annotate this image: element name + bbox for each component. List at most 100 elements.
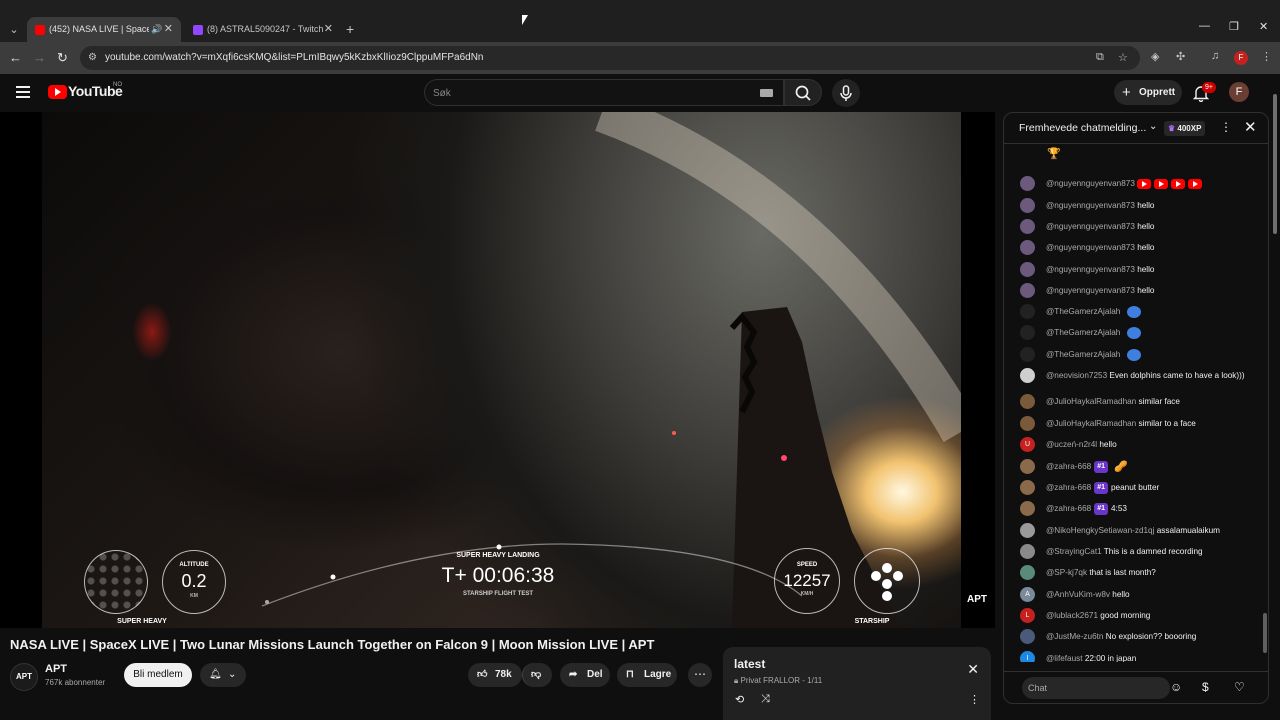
chat-username[interactable]: @nguyennguyenvan873 [1046,179,1135,188]
chat-username[interactable]: @neovision7253 [1046,371,1107,380]
chat-input[interactable] [1022,677,1170,699]
browser-menu-icon[interactable]: ⋮ [1261,50,1272,63]
chat-user-avatar[interactable]: L [1020,608,1035,623]
chat-user-avatar[interactable] [1020,629,1035,644]
chat-username[interactable]: @uczeń-n2r4l [1046,440,1097,449]
chat-user-avatar[interactable] [1020,198,1035,213]
emoji-icon[interactable]: ☺ [1170,680,1182,694]
search-button[interactable] [784,79,822,106]
chat-user-avatar[interactable] [1020,240,1035,255]
voice-search-button[interactable] [832,79,860,107]
join-button[interactable]: Bli medlem [124,663,192,687]
restore-icon[interactable]: ❐ [1229,20,1239,33]
chat-user-avatar[interactable]: I [1020,651,1035,662]
share-button[interactable]: ➦ Del [560,663,610,687]
video-player[interactable]: SUPER HEAVY ALTITUDE 0.2 KM SUPER HEAVY … [0,112,995,628]
chat-user-avatar[interactable] [1020,523,1035,538]
chat-username[interactable]: @nguyennguyenvan873 [1046,286,1135,295]
speaker-icon[interactable]: 🔊 [151,17,162,42]
puzzle-icon[interactable]: ✣ [1176,50,1185,63]
address-bar[interactable]: ⚙ youtube.com/watch?v=mXqfi6csKMQ&list=P… [80,46,1140,70]
shuffle-icon[interactable]: ⤨ [761,693,770,706]
forward-icon[interactable]: → [33,50,46,65]
chat-username[interactable]: @JustMe-zu6tn [1046,632,1103,641]
chat-user-avatar[interactable] [1020,544,1035,559]
keyboard-icon[interactable] [760,89,773,97]
close-tab-icon[interactable]: ✕ [164,17,173,42]
chat-user-avatar[interactable] [1020,304,1035,319]
chat-username[interactable]: @nguyennguyenvan873 [1046,222,1135,231]
chat-username[interactable]: @TheGamerzAjalah [1046,350,1120,359]
chat-menu-icon[interactable]: ⋮ [1220,120,1232,134]
chat-username[interactable]: @zahra-668 [1046,483,1091,492]
bookmark-star-icon[interactable]: ☆ [1118,51,1128,64]
playlist-title[interactable]: latest [734,657,765,671]
new-tab-button[interactable]: + [346,21,354,37]
chat-username[interactable]: @StrayingCat1 [1046,547,1102,556]
close-playlist-icon[interactable]: ✕ [967,661,979,678]
browser-tab-youtube[interactable]: (452) NASA LIVE | SpaceX LIVE 🔊 ✕ [27,17,181,42]
extension-icon[interactable]: ◈ [1151,50,1159,63]
xp-badge[interactable]: ♛ 400XP [1164,121,1206,136]
chat-mode-selector[interactable]: Fremhevede chatmelding... [1019,122,1146,134]
close-window-icon[interactable]: ✕ [1259,20,1268,33]
save-button[interactable]: ⊓ Lagre [617,663,677,687]
heart-icon[interactable]: ♡ [1234,680,1245,694]
chat-user-avatar[interactable] [1020,347,1035,362]
chat-username[interactable]: @NikoHengkySetiawan-zd1qj [1046,526,1154,535]
like-button[interactable]: 👍︎ 78k [468,663,522,687]
page-scrollbar[interactable] [1272,84,1278,704]
chat-user-avatar[interactable] [1020,480,1035,495]
chat-username[interactable]: @nguyennguyenvan873 [1046,201,1135,210]
browser-tab-twitch[interactable]: (8) ASTRAL5090247 - Twitch ✕ [185,17,341,42]
page-scroll-thumb[interactable] [1273,94,1277,234]
url-text[interactable]: youtube.com/watch?v=mXqfi6csKMQ&list=PLm… [105,46,484,70]
chat-username[interactable]: @TheGamerzAjalah [1046,328,1120,337]
chat-user-avatar[interactable] [1020,262,1035,277]
playlist-menu-icon[interactable]: ⋮ [969,693,980,706]
channel-avatar[interactable]: APT [10,663,38,691]
video-frame[interactable]: SUPER HEAVY ALTITUDE 0.2 KM SUPER HEAVY … [42,112,961,628]
chat-scrollbar[interactable] [1263,153,1267,663]
chat-user-avatar[interactable]: U [1020,437,1035,452]
minimize-icon[interactable]: — [1199,20,1210,32]
more-actions-button[interactable]: ⋯ [688,663,712,687]
search-input[interactable] [433,84,733,102]
media-control-icon[interactable]: ♫ [1211,50,1219,62]
chat-username[interactable]: @SP-kj7qk [1046,568,1087,577]
chat-username[interactable]: @JulioHaykalRamadhan [1046,397,1136,406]
dislike-button[interactable]: 👎︎ [522,663,552,687]
chat-username[interactable]: @nguyennguyenvan873 [1046,243,1135,252]
chat-user-avatar[interactable]: A [1020,587,1035,602]
profile-avatar[interactable]: F [1234,51,1248,65]
create-button[interactable]: + Opprett [1114,80,1182,105]
chat-username[interactable]: @TheGamerzAjalah [1046,307,1120,316]
chat-username[interactable]: @JulioHaykalRamadhan [1046,419,1136,428]
super-chat-icon[interactable]: $ [1202,680,1209,694]
chat-scroll-thumb[interactable] [1263,613,1267,653]
chat-username[interactable]: @AnhVuKim-w8v [1046,590,1110,599]
chevron-down-icon[interactable]: ⌄ [1149,121,1157,132]
chat-user-avatar[interactable] [1020,219,1035,234]
chat-username[interactable]: @zahra-668 [1046,462,1091,471]
chat-username[interactable]: @zahra-668 [1046,504,1091,513]
site-info-icon[interactable]: ⚙ [88,52,100,64]
chat-username[interactable]: @nguyennguyenvan873 [1046,265,1135,274]
chat-user-avatar[interactable] [1020,283,1035,298]
close-chat-icon[interactable]: ✕ [1244,118,1257,136]
close-tab-icon[interactable]: ✕ [324,17,333,42]
chat-user-avatar[interactable] [1020,565,1035,580]
reload-icon[interactable]: ↻ [57,50,68,66]
chat-user-avatar[interactable] [1020,416,1035,431]
account-avatar[interactable]: F [1229,82,1249,102]
loop-icon[interactable]: ⟲ [735,693,744,706]
chat-user-avatar[interactable] [1020,501,1035,516]
back-icon[interactable]: ← [9,50,22,65]
install-app-icon[interactable]: ⧉ [1096,51,1104,64]
channel-name[interactable]: APT [45,663,67,675]
chat-user-avatar[interactable] [1020,459,1035,474]
chat-user-avatar[interactable] [1020,325,1035,340]
chat-username[interactable]: @lublack2671 [1046,611,1098,620]
menu-icon[interactable] [16,86,30,98]
chat-user-avatar[interactable] [1020,368,1035,383]
